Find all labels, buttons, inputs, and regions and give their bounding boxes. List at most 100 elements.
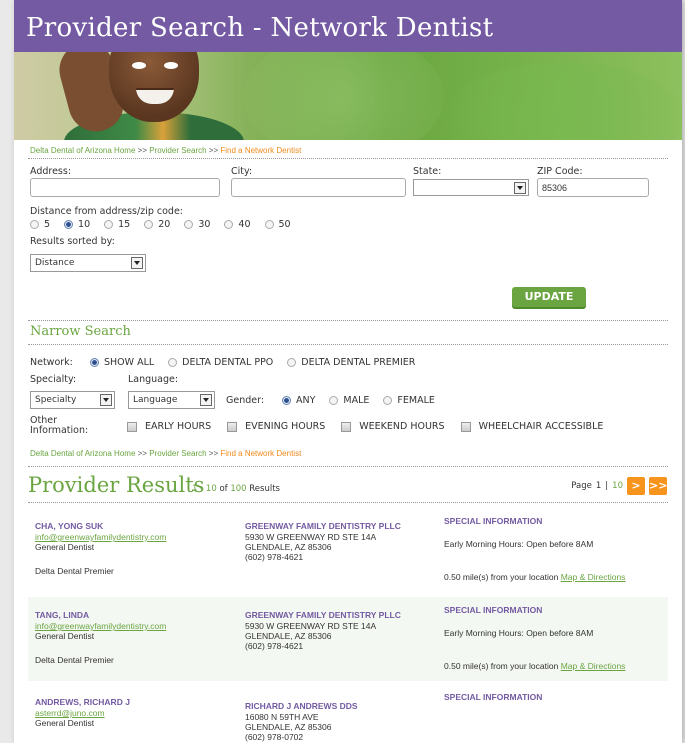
special-info: Early Morning Hours: Open before 8AM (444, 628, 594, 638)
city-label: City: (231, 166, 253, 177)
checkbox-icon (127, 421, 137, 432)
practice-address: 5930 W GREENWAY RD STE 14A GLENDALE, AZ … (245, 532, 377, 562)
breadcrumb-home-link[interactable]: Delta Dental of Arizona Home (30, 146, 135, 155)
chevron-down-icon (200, 394, 212, 406)
list-item: TANG, LINDA info@greenwayfamilydentistry… (28, 597, 668, 681)
radio-selected-icon (282, 396, 291, 405)
next-page-icon[interactable]: > (627, 477, 645, 495)
provider-email-link[interactable]: info@greenwayfamilydentistry.com (35, 532, 166, 542)
sort-label: Results sorted by: (30, 236, 115, 247)
map-directions-link[interactable]: Map & Directions (561, 572, 626, 582)
last-page-icon[interactable]: >> (649, 477, 667, 495)
provider-email-link[interactable]: asterrd@juno.com (35, 708, 105, 718)
gender-option-female[interactable]: FEMALE (383, 395, 435, 406)
provider-network: Delta Dental Premier (35, 655, 114, 665)
gender-option-male[interactable]: MALE (329, 395, 369, 406)
breadcrumb-home-link[interactable]: Delta Dental of Arizona Home (30, 449, 135, 458)
radio-icon (264, 220, 274, 229)
radio-icon (30, 220, 39, 229)
list-item: ANDREWS, RICHARD J asterrd@juno.com Gene… (28, 684, 668, 743)
divider (28, 502, 668, 503)
language-select[interactable]: Language (128, 391, 215, 409)
city-input[interactable] (231, 178, 406, 197)
distance-option-5[interactable]: 5 (30, 219, 50, 230)
distance-radio-group: 5 10 15 20 30 40 50 (30, 219, 305, 230)
special-info: Early Morning Hours: Open before 8AM (444, 539, 594, 549)
zip-label: ZIP Code: (537, 166, 583, 177)
pagination: Page 1 | 10 > >> (571, 477, 667, 495)
distance-option-50[interactable]: 50 (264, 219, 291, 230)
sort-value: Distance (35, 258, 75, 268)
distance-option-15[interactable]: 15 (104, 219, 130, 230)
checkbox-icon (227, 421, 238, 432)
breadcrumb-separator: >> (137, 449, 147, 458)
state-select[interactable] (413, 179, 529, 196)
provider-network: Delta Dental Premier (35, 566, 114, 576)
provider-specialty: General Dentist (35, 718, 95, 728)
page-current: 1 (595, 481, 602, 491)
list-item: CHA, YONG SUK info@greenwayfamilydentist… (28, 508, 668, 592)
radio-icon (287, 358, 297, 367)
breadcrumb-search-link[interactable]: Provider Search (149, 146, 206, 155)
distance-option-20[interactable]: 20 (144, 219, 170, 230)
sort-select[interactable]: Distance (30, 254, 146, 272)
special-info-heading: SPECIAL INFORMATION (444, 692, 543, 702)
map-directions-link[interactable]: Map & Directions (561, 661, 626, 671)
page-total-link[interactable]: 10 (612, 481, 623, 491)
practice-address: 16080 N 59TH AVE GLENDALE, AZ 85306 (602… (245, 712, 332, 742)
distance-option-10[interactable]: 10 (64, 219, 90, 230)
breadcrumb-current: Find a Network Dentist (220, 146, 302, 155)
evening-hours-checkbox[interactable]: EVENING HOURS (227, 421, 325, 432)
breadcrumb-search-link[interactable]: Provider Search (149, 449, 206, 458)
language-label: Language: (128, 374, 179, 385)
provider-name-link[interactable]: TANG, LINDA (35, 610, 89, 620)
network-option-premier[interactable]: DELTA DENTAL PREMIER (287, 357, 415, 368)
divider (28, 158, 668, 159)
chevron-down-icon (131, 257, 143, 269)
divider (28, 344, 668, 345)
gender-label: Gender: (226, 395, 265, 406)
address-input[interactable] (30, 178, 220, 197)
breadcrumb-separator: >> (137, 146, 147, 155)
distance-option-30[interactable]: 30 (184, 219, 210, 230)
radio-icon (329, 396, 339, 405)
radio-selected-icon (64, 220, 74, 229)
radio-icon (383, 396, 393, 405)
practice-name: RICHARD J ANDREWS DDS (245, 701, 358, 711)
child-photo (53, 52, 244, 140)
state-label: State: (413, 166, 442, 177)
wheelchair-accessible-checkbox[interactable]: WHEELCHAIR ACCESSIBLE (460, 421, 603, 432)
provider-name-link[interactable]: ANDREWS, RICHARD J (35, 697, 130, 707)
practice-address: 5930 W GREENWAY RD STE 14A GLENDALE, AZ … (245, 621, 377, 651)
update-button[interactable]: UPDATE (512, 287, 586, 307)
practice-name: GREENWAY FAMILY DENTISTRY PLLC (245, 610, 401, 620)
narrow-search-title: Narrow Search (30, 324, 131, 339)
provider-name-link[interactable]: CHA, YONG SUK (35, 521, 103, 531)
page: Provider Search - Network Dentist Delta … (14, 0, 682, 743)
radio-icon (144, 220, 154, 229)
specialty-value: Specialty (35, 395, 77, 405)
provider-email-link[interactable]: info@greenwayfamilydentistry.com (35, 621, 166, 631)
zip-input[interactable] (537, 178, 649, 197)
network-option-show-all[interactable]: SHOW ALL (90, 357, 154, 368)
page-title: Provider Search - Network Dentist (14, 0, 682, 52)
breadcrumb-separator: >> (208, 449, 219, 458)
other-info-checkboxes: EARLY HOURS EVENING HOURS WEEKEND HOURS … (127, 421, 619, 432)
language-value: Language (133, 395, 178, 405)
gender-radio-group: ANY MALE FEMALE (282, 395, 449, 406)
provider-specialty: General Dentist (35, 631, 95, 641)
distance-option-40[interactable]: 40 (224, 219, 251, 230)
banner-image (14, 52, 682, 140)
specialty-select[interactable]: Specialty (30, 391, 115, 409)
other-info-label: Other Information: (30, 415, 89, 436)
network-option-ppo[interactable]: DELTA DENTAL PPO (168, 357, 273, 368)
gender-option-any[interactable]: ANY (282, 395, 315, 406)
breadcrumb-current: Find a Network Dentist (220, 449, 302, 458)
divider (28, 466, 668, 467)
network-radio-group: SHOW ALL DELTA DENTAL PPO DELTA DENTAL P… (90, 357, 429, 368)
distance-info: 0.50 mile(s) from your location Map & Di… (444, 661, 626, 671)
weekend-hours-checkbox[interactable]: WEEKEND HOURS (341, 421, 445, 432)
breadcrumb: Delta Dental of Arizona Home >> Provider… (14, 140, 682, 158)
early-hours-checkbox[interactable]: EARLY HOURS (127, 421, 211, 432)
checkbox-icon (341, 421, 352, 432)
